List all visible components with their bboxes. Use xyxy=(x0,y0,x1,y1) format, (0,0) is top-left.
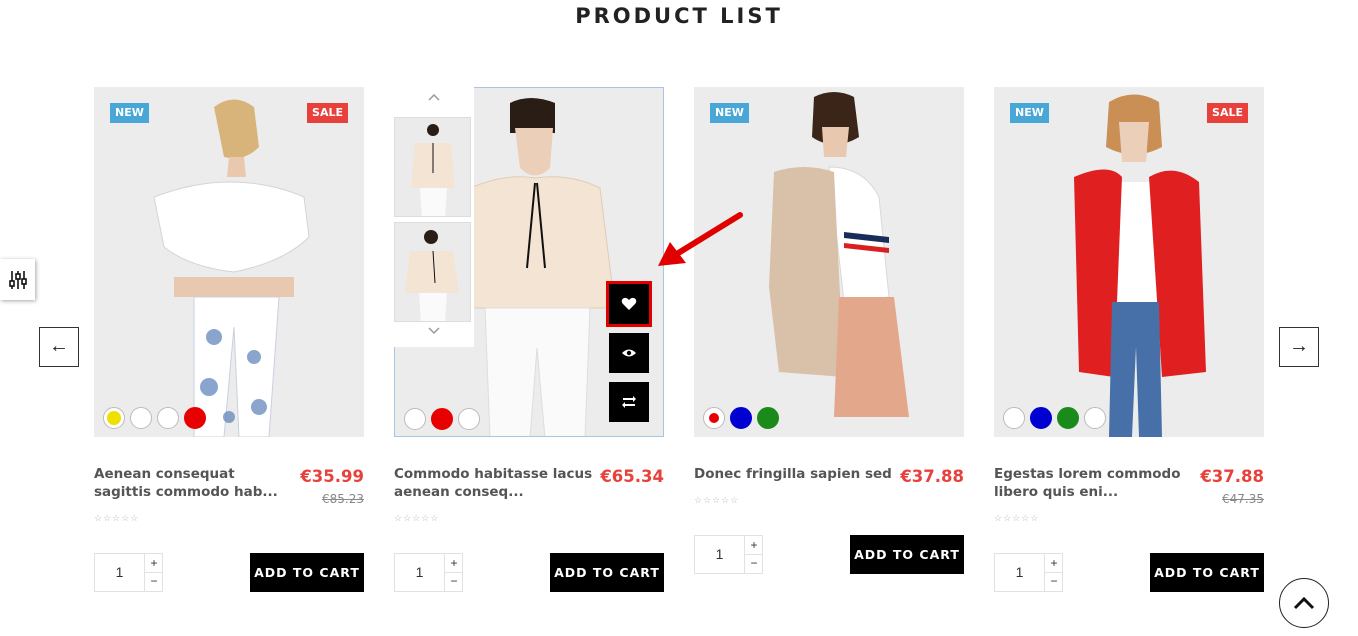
color-swatch-blue[interactable] xyxy=(1030,407,1052,429)
quantity-increase-button[interactable]: + xyxy=(144,554,163,573)
color-swatches xyxy=(404,408,480,430)
quantity-decrease-button[interactable]: − xyxy=(1044,572,1063,591)
arrow-right-icon: → xyxy=(1289,335,1309,357)
sale-badge: SALE xyxy=(1207,103,1248,123)
product-old-price: €47.35 xyxy=(1222,492,1264,506)
color-swatch-yellow[interactable] xyxy=(103,407,125,429)
sliders-icon xyxy=(8,270,27,289)
product-image[interactable]: NEW SALE xyxy=(994,87,1264,437)
add-to-cart-button[interactable]: ADD TO CART xyxy=(550,553,664,592)
thumbnail-image[interactable] xyxy=(394,117,471,217)
new-badge: NEW xyxy=(710,103,749,123)
thumbnail-photo xyxy=(395,223,470,321)
product-image[interactable]: NEW SALE xyxy=(94,87,364,437)
sale-badge: SALE xyxy=(307,103,348,123)
color-swatches xyxy=(1003,407,1106,429)
quantity-stepper: 1 + − xyxy=(94,553,163,592)
color-swatch-green[interactable] xyxy=(757,407,779,429)
settings-panel-toggle[interactable] xyxy=(0,259,35,300)
color-swatch-white[interactable] xyxy=(458,408,480,430)
compare-button[interactable] xyxy=(609,382,649,422)
quick-view-button[interactable] xyxy=(609,333,649,373)
add-to-cart-button[interactable]: ADD TO CART xyxy=(1150,553,1264,592)
rating-stars: ☆☆☆☆☆ xyxy=(394,513,440,523)
thumbnail-image[interactable] xyxy=(394,222,471,322)
rating-stars: ☆☆☆☆☆ xyxy=(94,513,140,523)
color-swatch-white[interactable] xyxy=(404,408,426,430)
product-card: NEW Donec fringilla sapien sed €37.88 ☆☆… xyxy=(694,87,964,607)
product-price: €35.99 xyxy=(300,467,364,486)
color-swatch-white[interactable] xyxy=(130,407,152,429)
product-name[interactable]: Commodo habitasse lacus aenean conseq... xyxy=(394,465,594,501)
color-swatches xyxy=(703,407,779,429)
rating-stars: ☆☆☆☆☆ xyxy=(694,495,740,505)
quantity-decrease-button[interactable]: − xyxy=(744,554,763,573)
quantity-input[interactable]: 1 xyxy=(395,554,444,591)
quantity-input[interactable]: 1 xyxy=(695,536,744,573)
add-to-cart-button[interactable]: ADD TO CART xyxy=(850,535,964,574)
chevron-up-icon xyxy=(428,93,440,101)
color-swatches xyxy=(103,407,206,429)
heart-icon xyxy=(621,297,637,310)
chevron-up-icon xyxy=(1293,596,1315,610)
scroll-to-top-button[interactable] xyxy=(1279,578,1329,628)
quantity-increase-button[interactable]: + xyxy=(744,536,763,555)
section-title: PRODUCT LIST xyxy=(575,4,783,28)
product-name[interactable]: Donec fringilla sapien sed xyxy=(694,465,894,483)
carousel-prev-button[interactable]: ← xyxy=(39,327,79,367)
product-old-price: €85.23 xyxy=(322,492,364,506)
compare-icon xyxy=(622,396,636,408)
eye-icon xyxy=(622,349,636,357)
rating-stars: ☆☆☆☆☆ xyxy=(994,513,1040,523)
wishlist-button[interactable] xyxy=(606,281,652,327)
new-badge: NEW xyxy=(1010,103,1049,123)
carousel-next-button[interactable]: → xyxy=(1279,327,1319,367)
product-photo xyxy=(994,87,1264,437)
product-name[interactable]: Aenean consequat sagittis commodo hab... xyxy=(94,465,294,501)
quantity-decrease-button[interactable]: − xyxy=(144,572,163,591)
annotation-arrow xyxy=(658,212,743,266)
color-swatch-white[interactable] xyxy=(1084,407,1106,429)
quantity-input[interactable]: 1 xyxy=(95,554,144,591)
product-name[interactable]: Egestas lorem commodo libero quis eni... xyxy=(994,465,1194,501)
thumbnail-photo xyxy=(395,118,470,216)
product-photo xyxy=(94,87,364,437)
quantity-increase-button[interactable]: + xyxy=(444,554,463,573)
quantity-stepper: 1 + − xyxy=(394,553,463,592)
product-card: NEW SALE Aenean consequat sagittis commo… xyxy=(94,87,364,607)
quantity-decrease-button[interactable]: − xyxy=(444,572,463,591)
product-price: €65.34 xyxy=(600,467,664,486)
color-swatch-red[interactable] xyxy=(184,407,206,429)
color-swatch-blue[interactable] xyxy=(730,407,752,429)
quantity-stepper: 1 + − xyxy=(994,553,1063,592)
thumbnail-up-button[interactable] xyxy=(394,89,474,105)
add-to-cart-button[interactable]: ADD TO CART xyxy=(250,553,364,592)
quantity-input[interactable]: 1 xyxy=(995,554,1044,591)
color-swatch-red[interactable] xyxy=(431,408,453,430)
product-price: €37.88 xyxy=(900,467,964,486)
product-card: NEW SALE Egestas lorem commodo libero qu… xyxy=(994,87,1264,607)
color-swatch-white[interactable] xyxy=(157,407,179,429)
chevron-down-icon xyxy=(428,327,440,335)
new-badge: NEW xyxy=(110,103,149,123)
quantity-increase-button[interactable]: + xyxy=(1044,554,1063,573)
quantity-stepper: 1 + − xyxy=(694,535,763,574)
thumbnail-down-button[interactable] xyxy=(394,323,474,339)
thumbnail-gallery xyxy=(394,87,474,347)
color-swatch-white[interactable] xyxy=(1003,407,1025,429)
color-swatch-red[interactable] xyxy=(703,407,725,429)
color-swatch-green[interactable] xyxy=(1057,407,1079,429)
arrow-left-icon: ← xyxy=(49,335,69,357)
product-price: €37.88 xyxy=(1200,467,1264,486)
